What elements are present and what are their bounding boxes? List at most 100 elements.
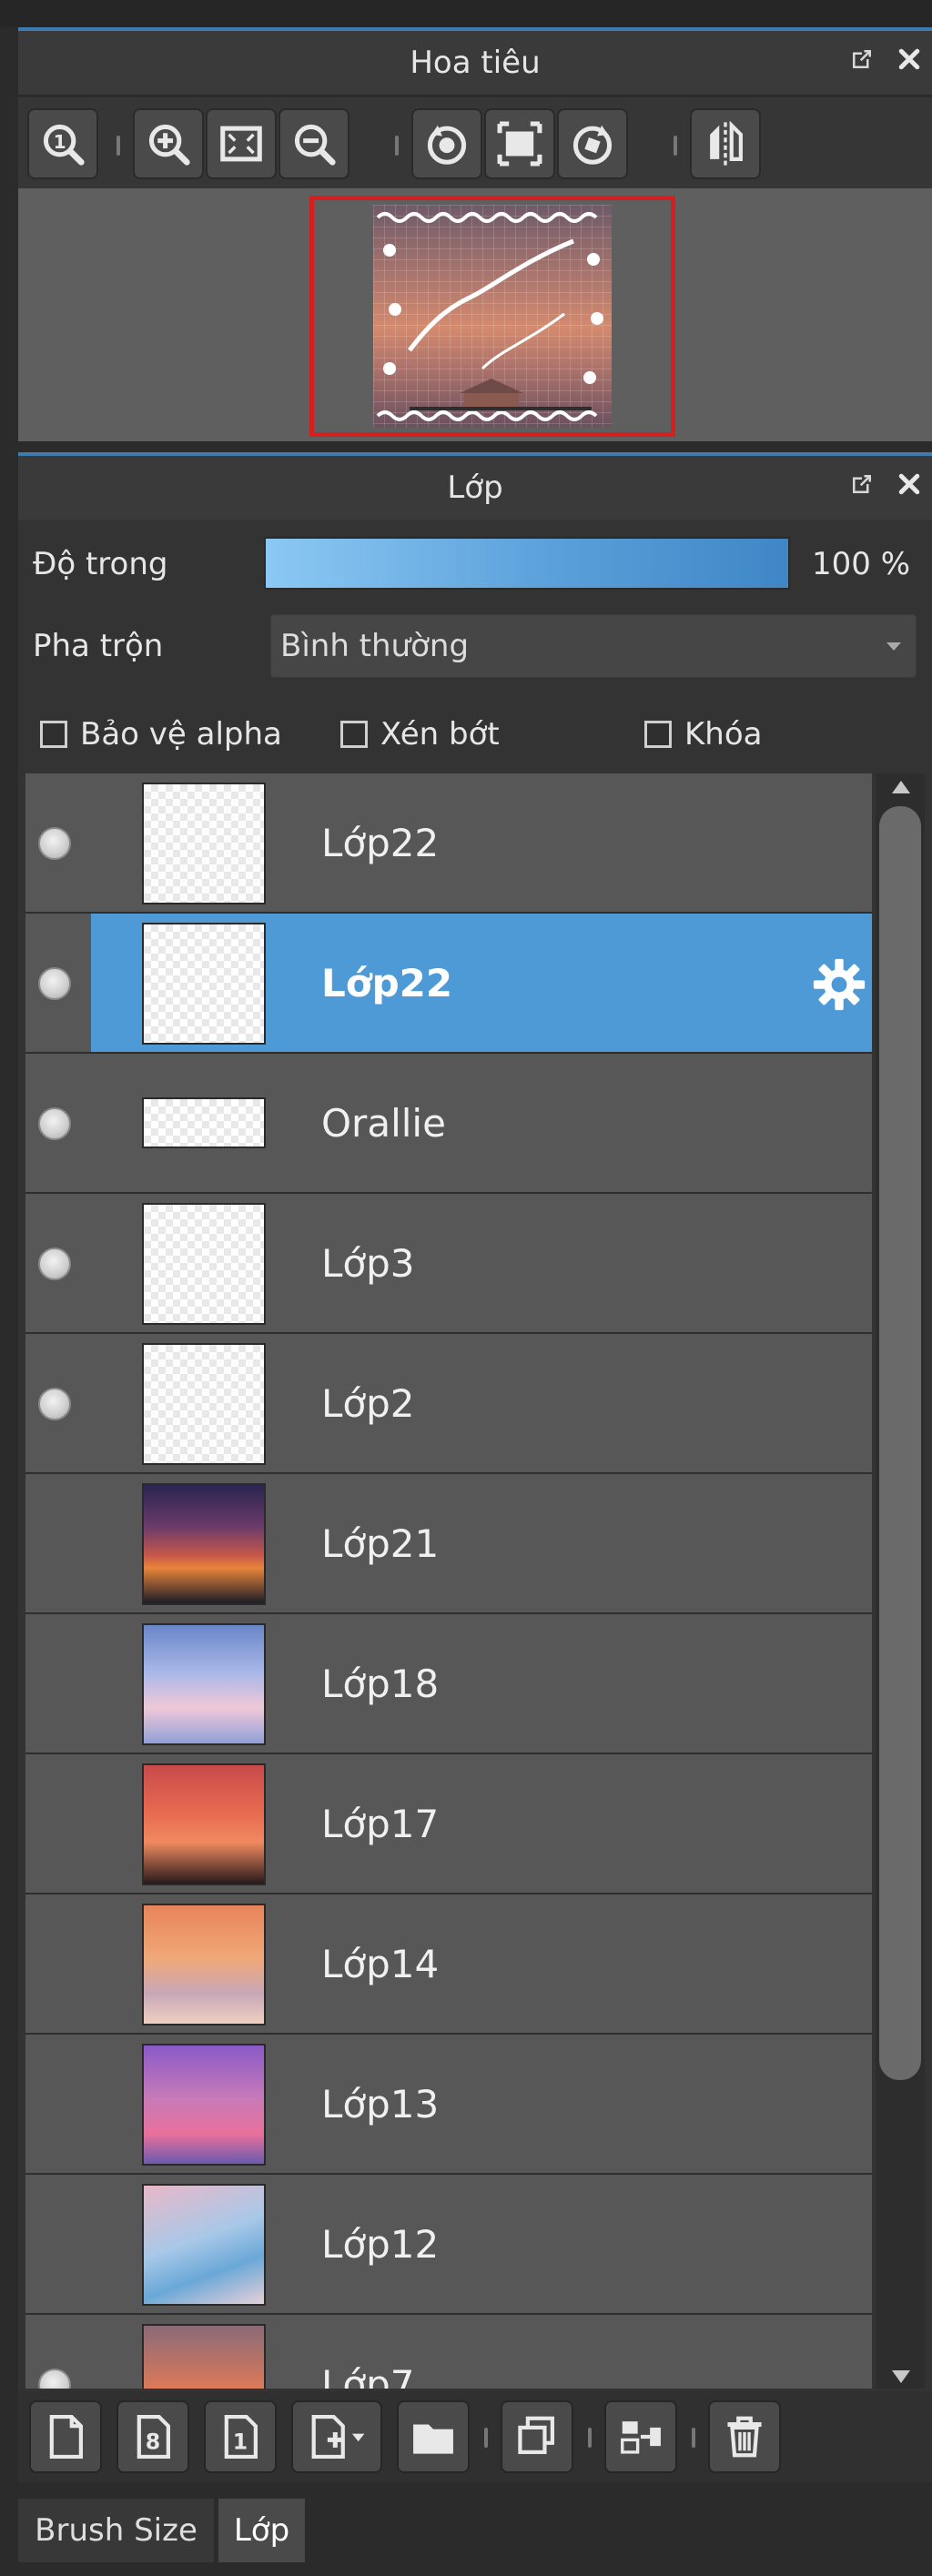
checkbox-box[interactable]	[644, 721, 672, 748]
layer-thumbnail	[142, 923, 266, 1045]
new-8bit-layer-button[interactable]: 8	[116, 2400, 189, 2473]
layer-row[interactable]: Lớp13	[25, 2035, 872, 2175]
navigator-header: Hoa tiêu	[18, 27, 932, 95]
tab-layers-label: Lớp	[233, 2512, 290, 2549]
blend-mode-value: Bình thường	[280, 628, 470, 664]
layer-name: Lớp2	[321, 1381, 415, 1426]
layer-thumbnail	[142, 1904, 266, 2025]
tab-layers[interactable]: Lớp	[218, 2499, 305, 2562]
close-icon[interactable]	[894, 44, 925, 75]
layer-row[interactable]: Lớp18	[25, 1614, 872, 1754]
canvas-preview-image	[373, 205, 612, 428]
add-special-layer-button[interactable]	[291, 2400, 382, 2473]
zoom-in-button[interactable]	[133, 108, 204, 179]
zoom-actual-button[interactable]: 1	[27, 108, 98, 179]
svg-text:1: 1	[54, 131, 66, 153]
new-layer-button[interactable]	[29, 2400, 102, 2473]
new-folder-icon	[413, 2424, 453, 2454]
flip-horizontal-icon	[710, 120, 743, 166]
zoom-out-button[interactable]	[279, 108, 350, 179]
rotate-right-button[interactable]	[557, 108, 628, 179]
layer-row[interactable]: Lớp7	[25, 2315, 872, 2389]
panel-tabs: Brush Size Lớp	[18, 2491, 932, 2576]
toolbar-separator	[588, 2428, 592, 2448]
layer-thumbnail	[142, 1343, 266, 1465]
add-special-layer-icon	[311, 2414, 365, 2460]
layer-thumbnail	[142, 1097, 266, 1148]
duplicate-layer-button[interactable]	[501, 2400, 573, 2473]
opacity-slider[interactable]	[264, 537, 790, 590]
gear-icon[interactable]	[812, 957, 866, 1012]
close-icon[interactable]	[894, 469, 925, 500]
layer-row[interactable]: Lớp3	[25, 1194, 872, 1334]
protect-alpha-checkbox[interactable]: Bảo vệ alpha	[40, 716, 282, 753]
delete-layer-icon	[727, 2416, 762, 2458]
navigator-toolbar: 1	[18, 97, 932, 188]
layer-name: Lớp18	[321, 1662, 440, 1706]
layer-thumbnail	[142, 1623, 266, 1745]
clipping-checkbox[interactable]: Xén bớt	[340, 716, 500, 753]
scroll-down-icon[interactable]	[892, 2370, 910, 2383]
scroll-up-icon[interactable]	[892, 781, 910, 793]
layer-row[interactable]: Lớp14	[25, 1894, 872, 2035]
opacity-value: 100 %	[812, 546, 911, 582]
layer-row[interactable]: Lớp12	[25, 2175, 872, 2315]
layer-row[interactable]: Lớp21	[25, 1474, 872, 1614]
flip-horizontal-button[interactable]	[690, 108, 761, 179]
fit-screen-icon	[220, 126, 262, 162]
toolbar-separator	[395, 136, 399, 156]
layer-row[interactable]: Lớp22	[25, 773, 872, 914]
layer-name: Lớp14	[321, 1942, 440, 1986]
fit-screen-button[interactable]	[206, 108, 277, 179]
layer-name: Orallie	[321, 1101, 446, 1146]
fit-window-button[interactable]	[484, 108, 555, 179]
visibility-icon[interactable]	[38, 1388, 71, 1420]
visibility-icon[interactable]	[38, 2369, 71, 2389]
layer-name: Lớp17	[321, 1802, 440, 1846]
checkbox-box[interactable]	[340, 721, 368, 748]
popout-icon[interactable]	[846, 469, 877, 500]
visibility-icon[interactable]	[38, 827, 71, 860]
layer-thumbnail	[142, 2324, 266, 2389]
scrollbar-thumb[interactable]	[879, 806, 921, 2080]
blend-mode-select[interactable]: Bình thường	[270, 614, 917, 678]
fit-window-icon	[497, 121, 542, 167]
visibility-icon[interactable]	[38, 1107, 71, 1140]
rotate-right-icon	[572, 125, 613, 165]
layers-header: Lớp	[18, 452, 932, 520]
layer-row[interactable]: Orallie	[25, 1054, 872, 1194]
layer-list[interactable]: Lớp22 Lớp22 Orallie Lớp3 Lớp2 Lớp21 Lớp18 Lớp17…	[25, 773, 872, 2389]
zoom-out-icon	[294, 124, 336, 166]
viewport-frame[interactable]	[309, 196, 675, 437]
layer-row[interactable]: Lớp22	[25, 914, 872, 1054]
layer-name: Lớp12	[321, 2222, 440, 2267]
lock-label: Khóa	[684, 716, 763, 753]
navigator-preview-area[interactable]	[18, 188, 932, 441]
new-folder-button[interactable]	[397, 2400, 470, 2473]
layer-toolbar: 8 1	[18, 2391, 932, 2482]
checkbox-box[interactable]	[40, 721, 67, 748]
top-strip	[0, 0, 932, 27]
svg-text:8: 8	[146, 2430, 160, 2455]
new-1bit-layer-icon: 1	[224, 2414, 258, 2460]
layer-name: Lớp3	[321, 1241, 415, 1286]
popout-icon[interactable]	[846, 44, 877, 75]
new-8bit-layer-icon: 8	[137, 2414, 170, 2460]
navigator-title: Hoa tiêu	[410, 45, 541, 81]
rotate-left-icon	[427, 125, 467, 165]
chevron-down-icon	[886, 642, 901, 651]
layer-row[interactable]: Lớp17	[25, 1754, 872, 1894]
lock-checkbox[interactable]: Khóa	[644, 716, 762, 753]
rotate-left-button[interactable]	[411, 108, 482, 179]
new-1bit-layer-button[interactable]: 1	[204, 2400, 277, 2473]
merge-down-button[interactable]	[604, 2400, 677, 2473]
layer-name: Lớp22	[321, 821, 440, 865]
layer-list-scrollbar[interactable]	[876, 773, 925, 2389]
visibility-icon[interactable]	[38, 967, 71, 1000]
toolbar-separator	[674, 136, 677, 156]
layer-row[interactable]: Lớp2	[25, 1334, 872, 1474]
visibility-icon[interactable]	[38, 1248, 71, 1280]
tab-brush-size[interactable]: Brush Size	[18, 2499, 214, 2562]
delete-layer-button[interactable]	[708, 2400, 781, 2473]
duplicate-layer-icon	[518, 2416, 554, 2454]
